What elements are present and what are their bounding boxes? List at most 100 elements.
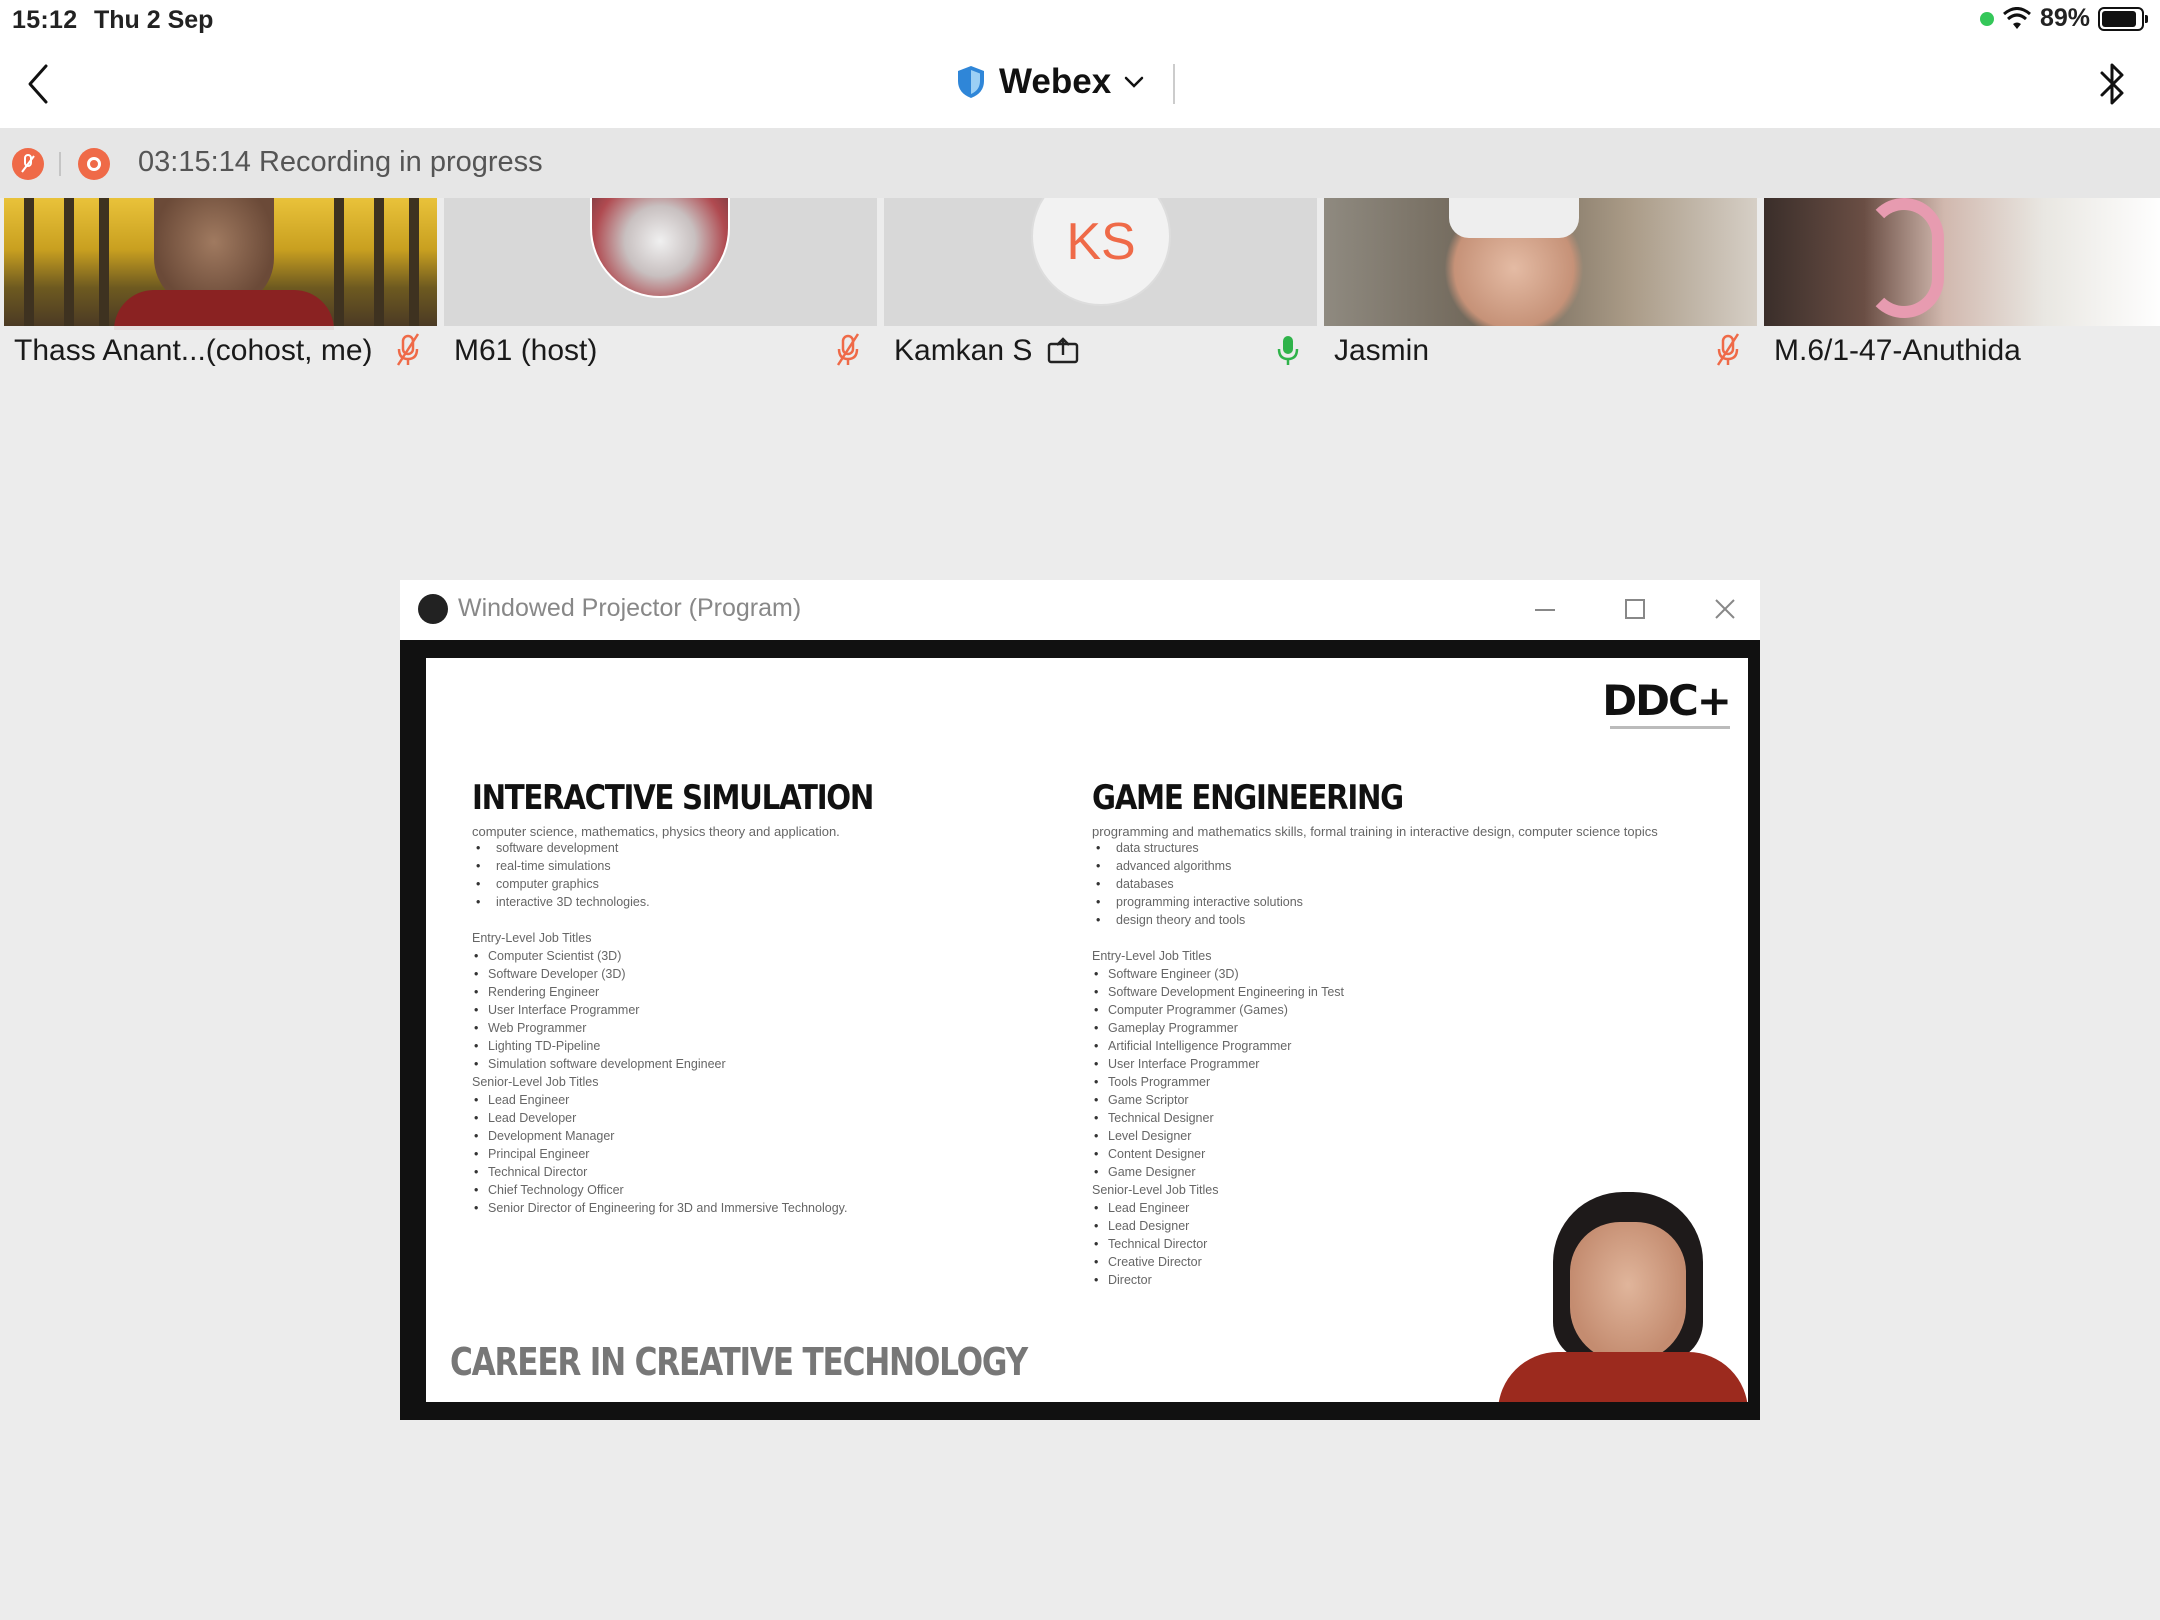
participant-name: Thass Anant...(cohost, me) bbox=[14, 334, 373, 367]
projector-titlebar: Windowed Projector (Program) bbox=[400, 580, 1760, 640]
list-item: advanced algorithms bbox=[1092, 857, 1658, 875]
entry-level-heading: Entry-Level Job Titles bbox=[472, 931, 592, 945]
close-button[interactable] bbox=[1695, 588, 1755, 632]
participant-name: Jasmin bbox=[1334, 334, 1430, 367]
list-item: Simulation software development Engineer bbox=[472, 1055, 938, 1073]
presenter-video-overlay bbox=[1498, 1192, 1748, 1402]
list-item: Technical Director bbox=[472, 1163, 938, 1181]
status-date: Thu 2 Sep bbox=[94, 6, 214, 34]
presentation-slide: DDC+ INTERACTIVE SIMULATION computer sci… bbox=[426, 658, 1748, 1402]
slide-footer-title: CAREER IN CREATIVE TECHNOLOGY bbox=[450, 1340, 1028, 1384]
shield-icon bbox=[958, 66, 984, 98]
obs-logo-icon bbox=[418, 594, 448, 624]
participant-tile[interactable]: Thass Anant...(cohost, me) bbox=[4, 198, 437, 374]
nav-bar: Webex bbox=[0, 40, 2160, 128]
participant-video bbox=[4, 198, 437, 330]
job-list: Software Engineer (3D) Software Developm… bbox=[1092, 965, 1658, 1181]
camera-in-use-dot bbox=[1979, 11, 1994, 26]
list-item: Level Designer bbox=[1092, 1127, 1658, 1145]
projector-window: Windowed Projector (Program) DDC+ INTERA… bbox=[400, 580, 1760, 1420]
participant-name-text: Kamkan S bbox=[894, 334, 1033, 367]
slide-column-left: INTERACTIVE SIMULATION computer science,… bbox=[472, 778, 938, 1217]
list-item: Computer Scientist (3D) bbox=[472, 947, 938, 965]
list-item: databases bbox=[1092, 875, 1658, 893]
slide-logo-underline bbox=[1610, 726, 1730, 729]
participant-namebar: Jasmin bbox=[1324, 326, 1757, 374]
entry-level-heading: Entry-Level Job Titles bbox=[1092, 949, 1212, 963]
list-item: Game Designer bbox=[1092, 1163, 1658, 1181]
list-item: Web Programmer bbox=[472, 1019, 938, 1037]
list-item: programming interactive solutions bbox=[1092, 893, 1658, 911]
recording-button[interactable] bbox=[78, 148, 110, 180]
meeting-menu-button[interactable]: Webex bbox=[955, 62, 1145, 102]
participant-namebar: Thass Anant...(cohost, me) bbox=[4, 326, 437, 374]
avatar-initials: KS bbox=[1066, 213, 1136, 271]
list-item: Gameplay Programmer bbox=[1092, 1019, 1658, 1037]
participant-avatar bbox=[590, 198, 730, 298]
mic-muted-icon bbox=[1716, 333, 1740, 366]
list-item: interactive 3D technologies. bbox=[472, 893, 938, 911]
status-time: 15:12 bbox=[12, 6, 78, 34]
list-item: Lead Engineer bbox=[472, 1091, 938, 1109]
participant-namebar: M.6/1-47-Anuthida bbox=[1764, 326, 2160, 374]
list-item: data structures bbox=[1092, 839, 1658, 857]
slide-heading: GAME ENGINEERING bbox=[1092, 778, 1404, 818]
list-item: computer graphics bbox=[472, 875, 938, 893]
participant-namebar: Kamkan S bbox=[884, 326, 1317, 374]
list-item: Lighting TD-Pipeline bbox=[472, 1037, 938, 1055]
list-item: Technical Designer bbox=[1092, 1109, 1658, 1127]
participant-name: M.6/1-47-Anuthida bbox=[1774, 334, 2021, 367]
projector-frame: DDC+ INTERACTIVE SIMULATION computer sci… bbox=[400, 640, 1760, 1420]
topic-list: data structures advanced algorithms data… bbox=[1092, 839, 1658, 929]
job-list: Lead Engineer Lead Developer Development… bbox=[472, 1091, 938, 1217]
projector-title: Windowed Projector (Program) bbox=[458, 594, 802, 622]
slide-intro: programming and mathematics skills, form… bbox=[1092, 824, 1658, 839]
list-item: design theory and tools bbox=[1092, 911, 1658, 929]
minimize-button[interactable] bbox=[1515, 588, 1575, 632]
mic-muted-icon bbox=[21, 154, 35, 173]
list-item: Senior Director of Engineering for 3D an… bbox=[472, 1199, 938, 1217]
list-item: Development Manager bbox=[472, 1127, 938, 1145]
chevron-down-icon bbox=[1124, 76, 1144, 88]
topic-list: software development real-time simulatio… bbox=[472, 839, 938, 911]
maximize-button[interactable] bbox=[1605, 588, 1665, 632]
participant-avatar: KS bbox=[1031, 198, 1171, 306]
mute-status-button[interactable] bbox=[12, 148, 44, 180]
participant-strip: Thass Anant...(cohost, me) M61 (host) KS bbox=[0, 198, 2160, 374]
participant-tile[interactable]: Jasmin bbox=[1324, 198, 1757, 374]
participant-tile[interactable]: KS Kamkan S bbox=[884, 198, 1317, 374]
recording-bar: 03:15:14 Recording in progress bbox=[0, 128, 2160, 198]
job-list: Computer Scientist (3D) Software Develop… bbox=[472, 947, 938, 1073]
list-item: Principal Engineer bbox=[472, 1145, 938, 1163]
slide-intro: computer science, mathematics, physics t… bbox=[472, 824, 840, 839]
battery-percent: 89% bbox=[2039, 4, 2090, 32]
list-item: real-time simulations bbox=[472, 857, 938, 875]
recording-status: 03:15:14 Recording in progress bbox=[138, 146, 543, 178]
mic-active-icon bbox=[1277, 336, 1299, 365]
bluetooth-button[interactable] bbox=[2094, 58, 2130, 110]
list-item: Chief Technology Officer bbox=[472, 1181, 938, 1199]
participant-name: M61 (host) bbox=[454, 334, 598, 367]
status-bar: 15:12 Thu 2 Sep 89% bbox=[0, 0, 2160, 40]
list-item: Rendering Engineer bbox=[472, 983, 938, 1001]
battery-fill bbox=[2102, 10, 2136, 27]
list-item: Lead Developer bbox=[472, 1109, 938, 1127]
list-item: Software Development Engineering in Test bbox=[1092, 983, 1658, 1001]
list-item: Computer Programmer (Games) bbox=[1092, 1001, 1658, 1019]
list-item: User Interface Programmer bbox=[1092, 1055, 1658, 1073]
mic-muted-icon bbox=[836, 333, 860, 366]
status-right: 89% bbox=[1979, 4, 2148, 33]
mic-muted-icon bbox=[396, 333, 420, 366]
participant-video bbox=[1324, 198, 1757, 326]
list-item: Tools Programmer bbox=[1092, 1073, 1658, 1091]
record-icon bbox=[87, 157, 101, 171]
back-button[interactable] bbox=[20, 60, 60, 108]
battery-icon bbox=[2098, 6, 2148, 31]
participant-tile[interactable]: M61 (host) bbox=[444, 198, 877, 374]
list-item: Software Engineer (3D) bbox=[1092, 965, 1658, 983]
share-screen-icon bbox=[1047, 337, 1078, 364]
participant-video bbox=[1764, 198, 2160, 326]
participant-tile[interactable]: M.6/1-47-Anuthida bbox=[1764, 198, 2160, 374]
participant-namebar: M61 (host) bbox=[444, 326, 877, 374]
app-title: Webex bbox=[999, 62, 1112, 101]
